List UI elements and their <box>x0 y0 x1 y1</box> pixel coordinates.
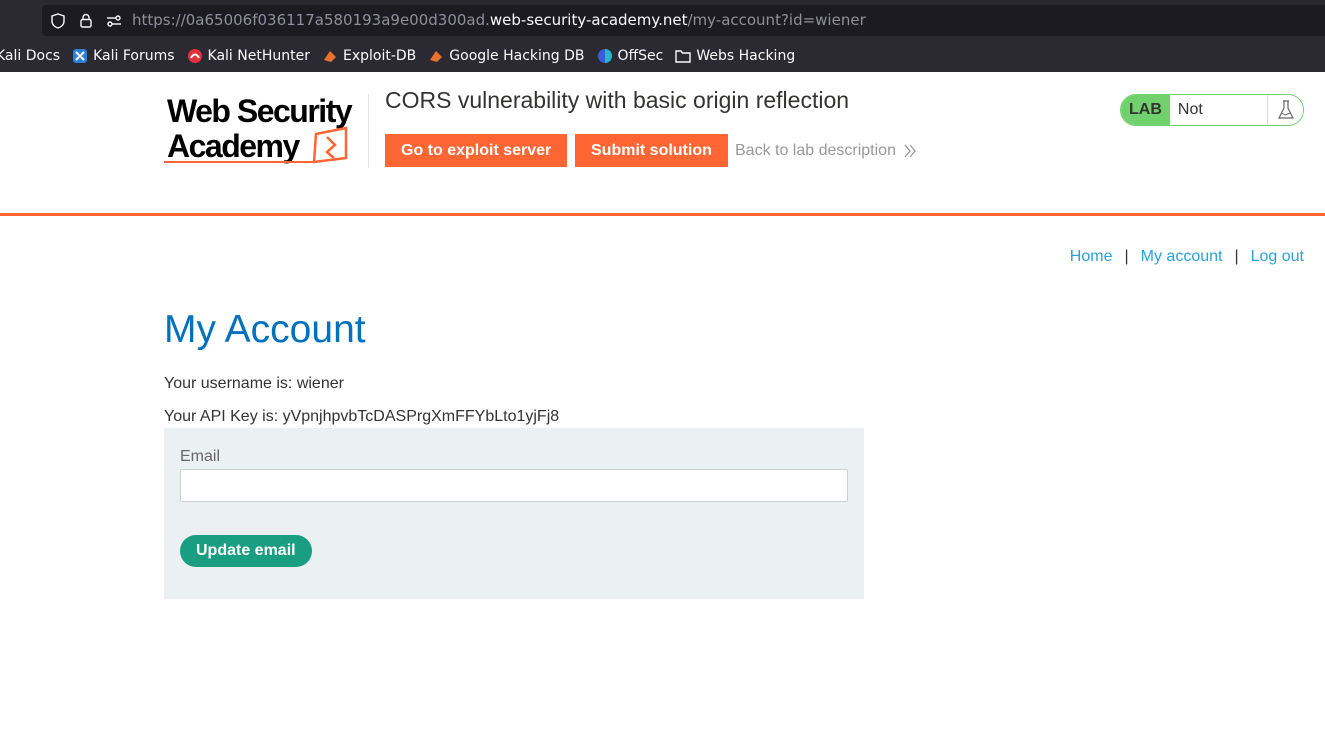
bookmark-offsec[interactable]: OffSec <box>597 48 664 64</box>
bookmark-label: Google Hacking DB <box>449 48 585 64</box>
logo-divider <box>368 94 369 168</box>
bookmark-folder-webs-hacking[interactable]: Webs Hacking <box>675 48 795 64</box>
flask-icon <box>1267 95 1303 125</box>
back-link-label: Back to lab description <box>735 142 896 159</box>
url-path: /my-account?id=wiener <box>687 11 866 29</box>
offsec-icon <box>597 48 613 64</box>
email-label: Email <box>180 448 221 465</box>
lab-state: Not solved <box>1169 95 1268 125</box>
bookmark-label: Kali Forums <box>93 48 175 64</box>
logo-line2: Academy <box>167 128 301 164</box>
bookmark-label: Kali Docs <box>0 48 61 64</box>
bookmark-label: Kali NetHunter <box>207 48 310 64</box>
permissions-icon[interactable] <box>102 5 126 36</box>
back-to-lab-description-link[interactable]: Back to lab description <box>735 134 917 167</box>
bookmarks-bar: Kali Docs Kali Forums Kali NetHunter Exp… <box>0 41 807 71</box>
logo-line1: Web Security <box>167 93 353 129</box>
nav-home-link[interactable]: Home <box>1070 248 1113 266</box>
web-security-academy-logo[interactable]: Web Security Academy <box>164 92 369 167</box>
bookmark-exploit-db[interactable]: Exploit-DB <box>322 48 416 64</box>
url-prefix: https://0a65006f036117a580193a9e00d300ad… <box>132 11 490 29</box>
bookmark-kali-nethunter[interactable]: Kali NetHunter <box>187 48 310 64</box>
folder-icon <box>675 48 692 64</box>
email-input[interactable] <box>180 469 848 502</box>
submit-solution-button[interactable]: Submit solution <box>575 134 728 167</box>
exploit-db-icon <box>322 48 338 64</box>
top-navigation: Home | My account | Log out <box>1070 248 1304 266</box>
lab-status-widget: LAB Not solved <box>1120 94 1304 126</box>
browser-toolbar: https://0a65006f036117a580193a9e00d300ad… <box>0 0 1325 72</box>
username-text: Your username is: wiener <box>164 375 344 392</box>
update-email-form: Email Update email <box>164 428 864 599</box>
url-host: web-security-academy.net <box>489 11 688 29</box>
kali-nethunter-icon <box>187 48 203 64</box>
lab-header: Web Security Academy CORS vulnerability … <box>0 72 1325 216</box>
shield-icon[interactable] <box>46 5 70 36</box>
google-hacking-db-icon <box>428 48 444 64</box>
api-key-text: Your API Key is: yVpnjhpvbTcDASPrgXmFFYb… <box>164 408 560 425</box>
double-chevron-right-icon <box>904 144 916 157</box>
bookmark-kali-docs[interactable]: Kali Docs <box>0 48 60 64</box>
lab-title: CORS vulnerability with basic origin ref… <box>385 87 850 113</box>
address-bar[interactable]: https://0a65006f036117a580193a9e00d300ad… <box>42 5 1325 36</box>
page-content: Web Security Academy CORS vulnerability … <box>0 72 1325 751</box>
bookmark-label: Exploit-DB <box>342 48 417 64</box>
bookmark-label: Webs Hacking <box>696 48 796 64</box>
bookmark-label: OffSec <box>617 48 664 64</box>
nav-separator: | <box>1124 248 1129 265</box>
go-to-exploit-server-button[interactable]: Go to exploit server <box>385 134 568 167</box>
nav-separator: | <box>1234 248 1239 265</box>
kali-forums-icon <box>72 48 88 64</box>
nav-my-account-link[interactable]: My account <box>1141 248 1223 266</box>
nav-log-out-link[interactable]: Log out <box>1251 248 1304 266</box>
url-text[interactable]: https://0a65006f036117a580193a9e00d300ad… <box>132 5 866 36</box>
update-email-button[interactable]: Update email <box>180 535 312 567</box>
bookmark-kali-forums[interactable]: Kali Forums <box>72 48 175 64</box>
page-title: My Account <box>164 308 366 351</box>
lab-badge: LAB <box>1121 95 1170 125</box>
lock-icon[interactable] <box>74 5 98 36</box>
bookmark-google-hacking-db[interactable]: Google Hacking DB <box>428 48 585 64</box>
